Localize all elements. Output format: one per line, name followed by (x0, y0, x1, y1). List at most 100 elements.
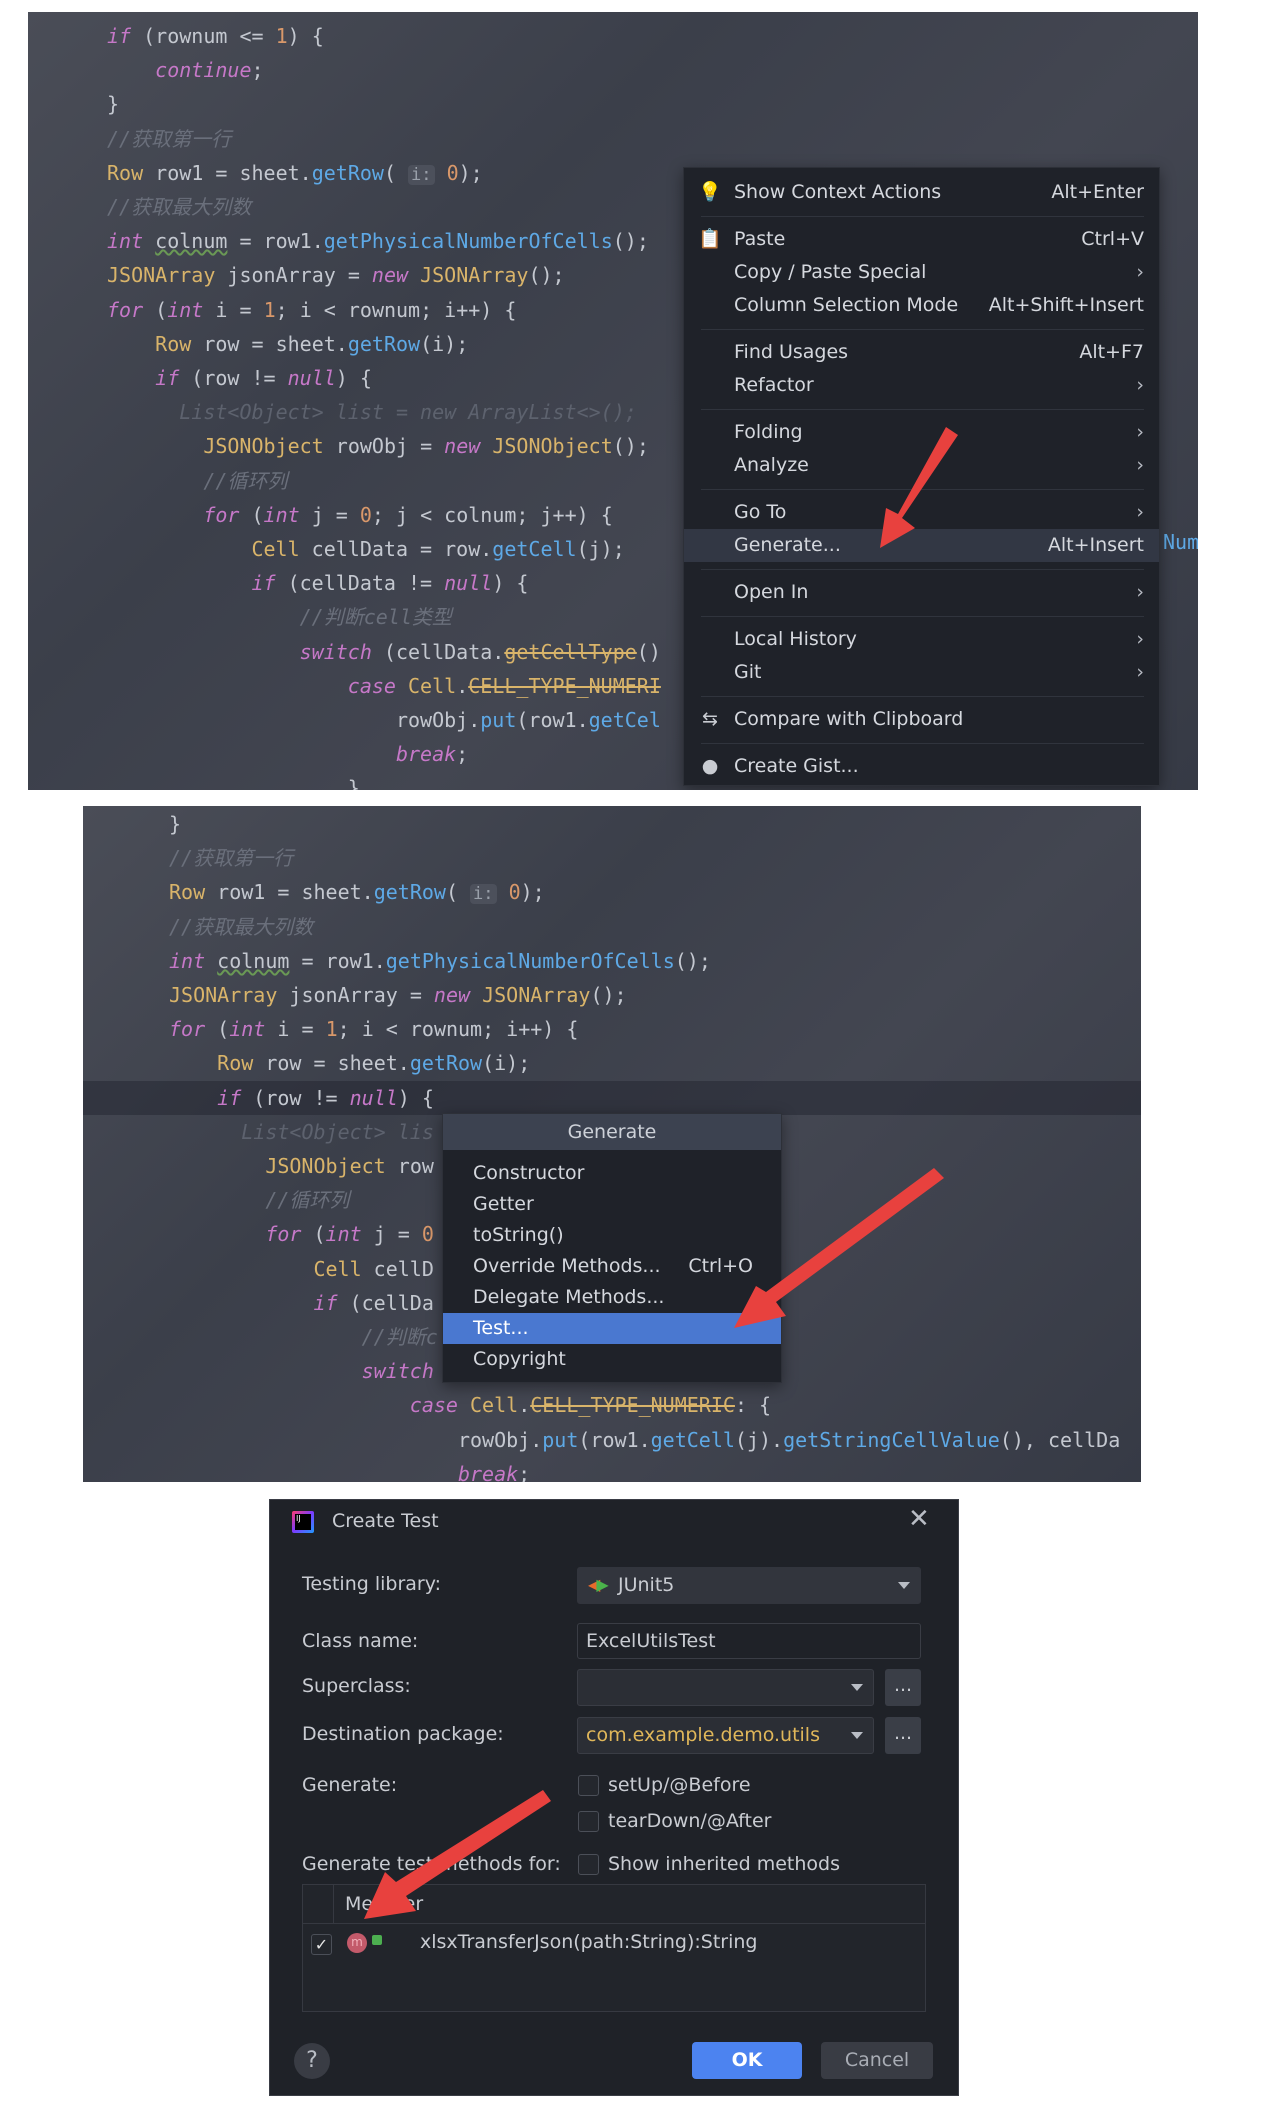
menu-item-generate[interactable]: Generate... Alt+Insert (684, 529, 1159, 562)
code-line[interactable]: //循环列 (203, 464, 287, 498)
close-icon[interactable]: ✕ (908, 1504, 930, 1534)
show-inherited-checkbox[interactable] (578, 1854, 599, 1875)
member-checkbox[interactable]: ✓ (311, 1934, 332, 1955)
code-token: 1 (263, 297, 276, 322)
code-line[interactable]: for (int i = 1; i < rownum; i++) { (169, 1012, 578, 1046)
code-line[interactable]: break; (458, 1457, 530, 1482)
code-line[interactable]: Cell cellD (313, 1252, 433, 1286)
code-line[interactable]: if (rownum <= 1) { (107, 19, 324, 53)
help-button[interactable]: ? (294, 2043, 330, 2079)
generate-item-tostring[interactable]: toString() (443, 1220, 781, 1251)
code-line[interactable]: for (int j = 0; j < colnum; j++) { (203, 498, 612, 532)
code-line[interactable]: //获取最大列数 (169, 910, 313, 944)
code-line[interactable]: Row row = sheet.getRow(i); (155, 327, 468, 361)
generate-item-delegate-methods[interactable]: Delegate Methods... (443, 1282, 781, 1313)
menu-item-git[interactable]: Git › (684, 656, 1159, 689)
table-row[interactable]: ✓ m xlsxTransferJson(path:String):String (303, 1925, 925, 1963)
menu-item-compare-with-clipboard[interactable]: ⇆ Compare with Clipboard (684, 703, 1159, 736)
code-line[interactable]: //判断c (362, 1320, 438, 1354)
teardown-checkbox[interactable] (578, 1811, 599, 1832)
code-line[interactable]: case Cell.CELL_TYPE_NUMERI (348, 669, 661, 703)
column-divider[interactable] (333, 1885, 334, 1923)
setup-checkbox[interactable] (578, 1775, 599, 1796)
menu-item-label: Git (734, 661, 762, 683)
code-line[interactable]: JSONArray jsonArray = new JSONArray(); (107, 258, 565, 292)
menu-separator (684, 736, 1159, 750)
menu-item-go-to[interactable]: Go To › (684, 496, 1159, 529)
ok-button[interactable]: OK (692, 2042, 802, 2079)
generate-item-copyright[interactable]: Copyright (443, 1344, 781, 1375)
code-token: JSONArray (169, 983, 278, 1007)
cancel-button[interactable]: Cancel (821, 2042, 933, 2079)
code-line[interactable]: continue; (155, 53, 263, 87)
member-column-header[interactable]: Member (345, 1893, 423, 1915)
code-line[interactable]: JSONArray jsonArray = new JSONArray(); (169, 978, 627, 1012)
code-line[interactable]: int colnum = row1.getPhysicalNumberOfCel… (169, 944, 711, 978)
code-token: jsonArray = (215, 263, 372, 288)
code-token: case (347, 673, 396, 698)
code-line[interactable]: List<Object> lis (241, 1115, 434, 1149)
intellij-logo-icon: IJ (292, 1511, 314, 1533)
code-token: //获取最大列数 (169, 914, 314, 939)
code-line[interactable]: rowObj.put(row1.getCell(j).getStringCell… (458, 1423, 1120, 1457)
code-line[interactable]: Cell cellData = row.getCell(j); (251, 532, 624, 566)
code-line[interactable]: } (348, 771, 360, 790)
code-line[interactable]: if (row != null) { (217, 1081, 434, 1115)
code-line[interactable]: break; (396, 737, 468, 771)
menu-item-open-in[interactable]: Open In › (684, 576, 1159, 609)
code-token: getPhysicalNumberOfCells (323, 229, 613, 254)
code-line[interactable]: rowObj.put(row1.getCel (396, 703, 661, 737)
destination-package-combobox[interactable]: com.example.demo.utils (577, 1717, 874, 1754)
superclass-browse-button[interactable]: ... (885, 1669, 921, 1706)
code-line[interactable]: switch (cellData.getCellType() (300, 635, 661, 669)
code-token: ; (251, 58, 264, 83)
code-line[interactable]: } (107, 87, 119, 121)
code-line[interactable]: //循环列 (265, 1183, 349, 1217)
code-line[interactable]: if (cellData != null) { (251, 566, 528, 600)
code-line[interactable]: switch (362, 1354, 434, 1388)
destination-browse-button[interactable]: ... (885, 1717, 921, 1754)
menu-item-paste[interactable]: 📋 Paste Ctrl+V (684, 223, 1159, 256)
menu-item-show-context-actions[interactable]: 💡 Show Context Actions Alt+Enter (684, 176, 1159, 209)
generate-item-override-methods[interactable]: Override Methods... Ctrl+O (443, 1251, 781, 1282)
class-name-input[interactable]: ExcelUtilsTest (577, 1623, 921, 1659)
code-line[interactable]: Row row1 = sheet.getRow( i: 0); (107, 156, 483, 190)
generate-item-test[interactable]: Test... (443, 1313, 781, 1344)
testing-library-select[interactable]: ◀▶ JUnit5 (577, 1567, 921, 1604)
code-line[interactable]: Row row1 = sheet.getRow( i: 0); (169, 875, 545, 909)
menu-item-folding[interactable]: Folding › (684, 416, 1159, 449)
menu-item-local-history[interactable]: Local History › (684, 623, 1159, 656)
code-line[interactable]: //获取第一行 (107, 122, 231, 156)
menu-item-refactor[interactable]: Refactor › (684, 369, 1159, 402)
dialog-title: Create Test (332, 1510, 439, 1532)
code-line[interactable]: for (int i = 1; i < rownum; i++) { (107, 293, 516, 327)
menu-item-label: Column Selection Mode (734, 294, 959, 316)
superclass-combobox[interactable] (577, 1669, 874, 1706)
menu-item-analyze[interactable]: Analyze › (684, 449, 1159, 482)
menu-item-column-selection-mode[interactable]: Column Selection Mode Alt+Shift+Insert (684, 289, 1159, 322)
code-token: new (433, 983, 471, 1007)
code-token: colnum (155, 229, 228, 254)
code-line[interactable]: JSONObject rowObj = new JSONObject(); (203, 429, 649, 463)
code-line[interactable]: if (row != null) { (155, 361, 372, 395)
code-line[interactable]: } (169, 807, 181, 841)
menu-item-copy-paste-special[interactable]: Copy / Paste Special › (684, 256, 1159, 289)
chevron-right-icon: › (1136, 628, 1144, 650)
code-line[interactable]: //获取第一行 (169, 841, 293, 875)
code-line[interactable]: if (cellDa (313, 1286, 433, 1320)
menu-item-create-gist[interactable]: ● Create Gist... (684, 750, 1159, 783)
code-token: = row1. (227, 229, 324, 254)
code-line[interactable]: for (int j = 0 (265, 1217, 434, 1251)
code-line[interactable]: JSONObject row (265, 1149, 434, 1183)
code-line[interactable]: //获取最大列数 (107, 190, 251, 224)
generate-item-getter[interactable]: Getter (443, 1189, 781, 1220)
menu-item-shortcut: Ctrl+V (1081, 228, 1144, 250)
code-line[interactable]: Row row = sheet.getRow(i); (217, 1046, 530, 1080)
member-signature: xlsxTransferJson(path:String):String (420, 1931, 758, 1953)
code-line[interactable]: List<Object> list = new ArrayList<>(); (179, 395, 637, 429)
code-line[interactable]: case Cell.CELL_TYPE_NUMERIC: { (410, 1388, 771, 1422)
generate-item-constructor[interactable]: Constructor (443, 1158, 781, 1189)
menu-item-find-usages[interactable]: Find Usages Alt+F7 (684, 336, 1159, 369)
code-line[interactable]: //判断cell类型 (300, 600, 452, 634)
code-line[interactable]: int colnum = row1.getPhysicalNumberOfCel… (107, 224, 649, 258)
